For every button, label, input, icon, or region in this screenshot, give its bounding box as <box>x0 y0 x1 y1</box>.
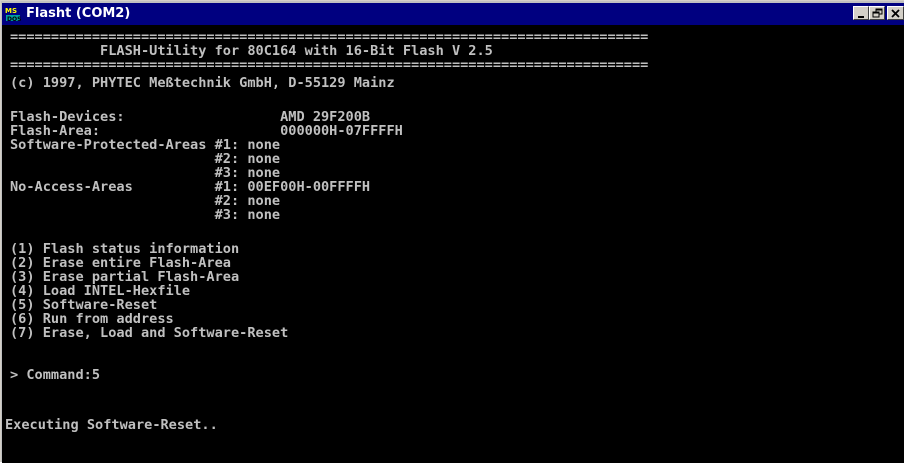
close-button[interactable] <box>887 6 904 20</box>
restore-icon <box>872 8 883 18</box>
svg-text:DOS: DOS <box>7 16 21 22</box>
console-output[interactable]: ========================================… <box>2 25 904 463</box>
separator-line: ========================================… <box>10 57 649 73</box>
minimize-button[interactable] <box>853 6 869 20</box>
svg-text:MS: MS <box>5 7 17 15</box>
copyright-line: (c) 1997, PHYTEC Meßtechnik GmbH, D-5512… <box>10 75 395 91</box>
status-line: Executing Software-Reset.. <box>5 417 218 433</box>
minimize-icon <box>858 16 864 18</box>
console-window: MS DOS Flasht (COM2) ===================… <box>0 0 904 463</box>
no-access-area-3-line: #3: none <box>10 207 281 223</box>
menu-option-7: (7) Erase, Load and Software-Reset <box>10 325 289 341</box>
command-prompt[interactable]: > Command:5 <box>10 367 100 383</box>
title-bar[interactable]: MS DOS Flasht (COM2) <box>2 3 904 25</box>
close-icon <box>891 9 900 18</box>
window-title: Flasht (COM2) <box>26 6 131 21</box>
maximize-button[interactable] <box>869 6 885 20</box>
ms-dos-icon: MS DOS <box>5 6 21 23</box>
